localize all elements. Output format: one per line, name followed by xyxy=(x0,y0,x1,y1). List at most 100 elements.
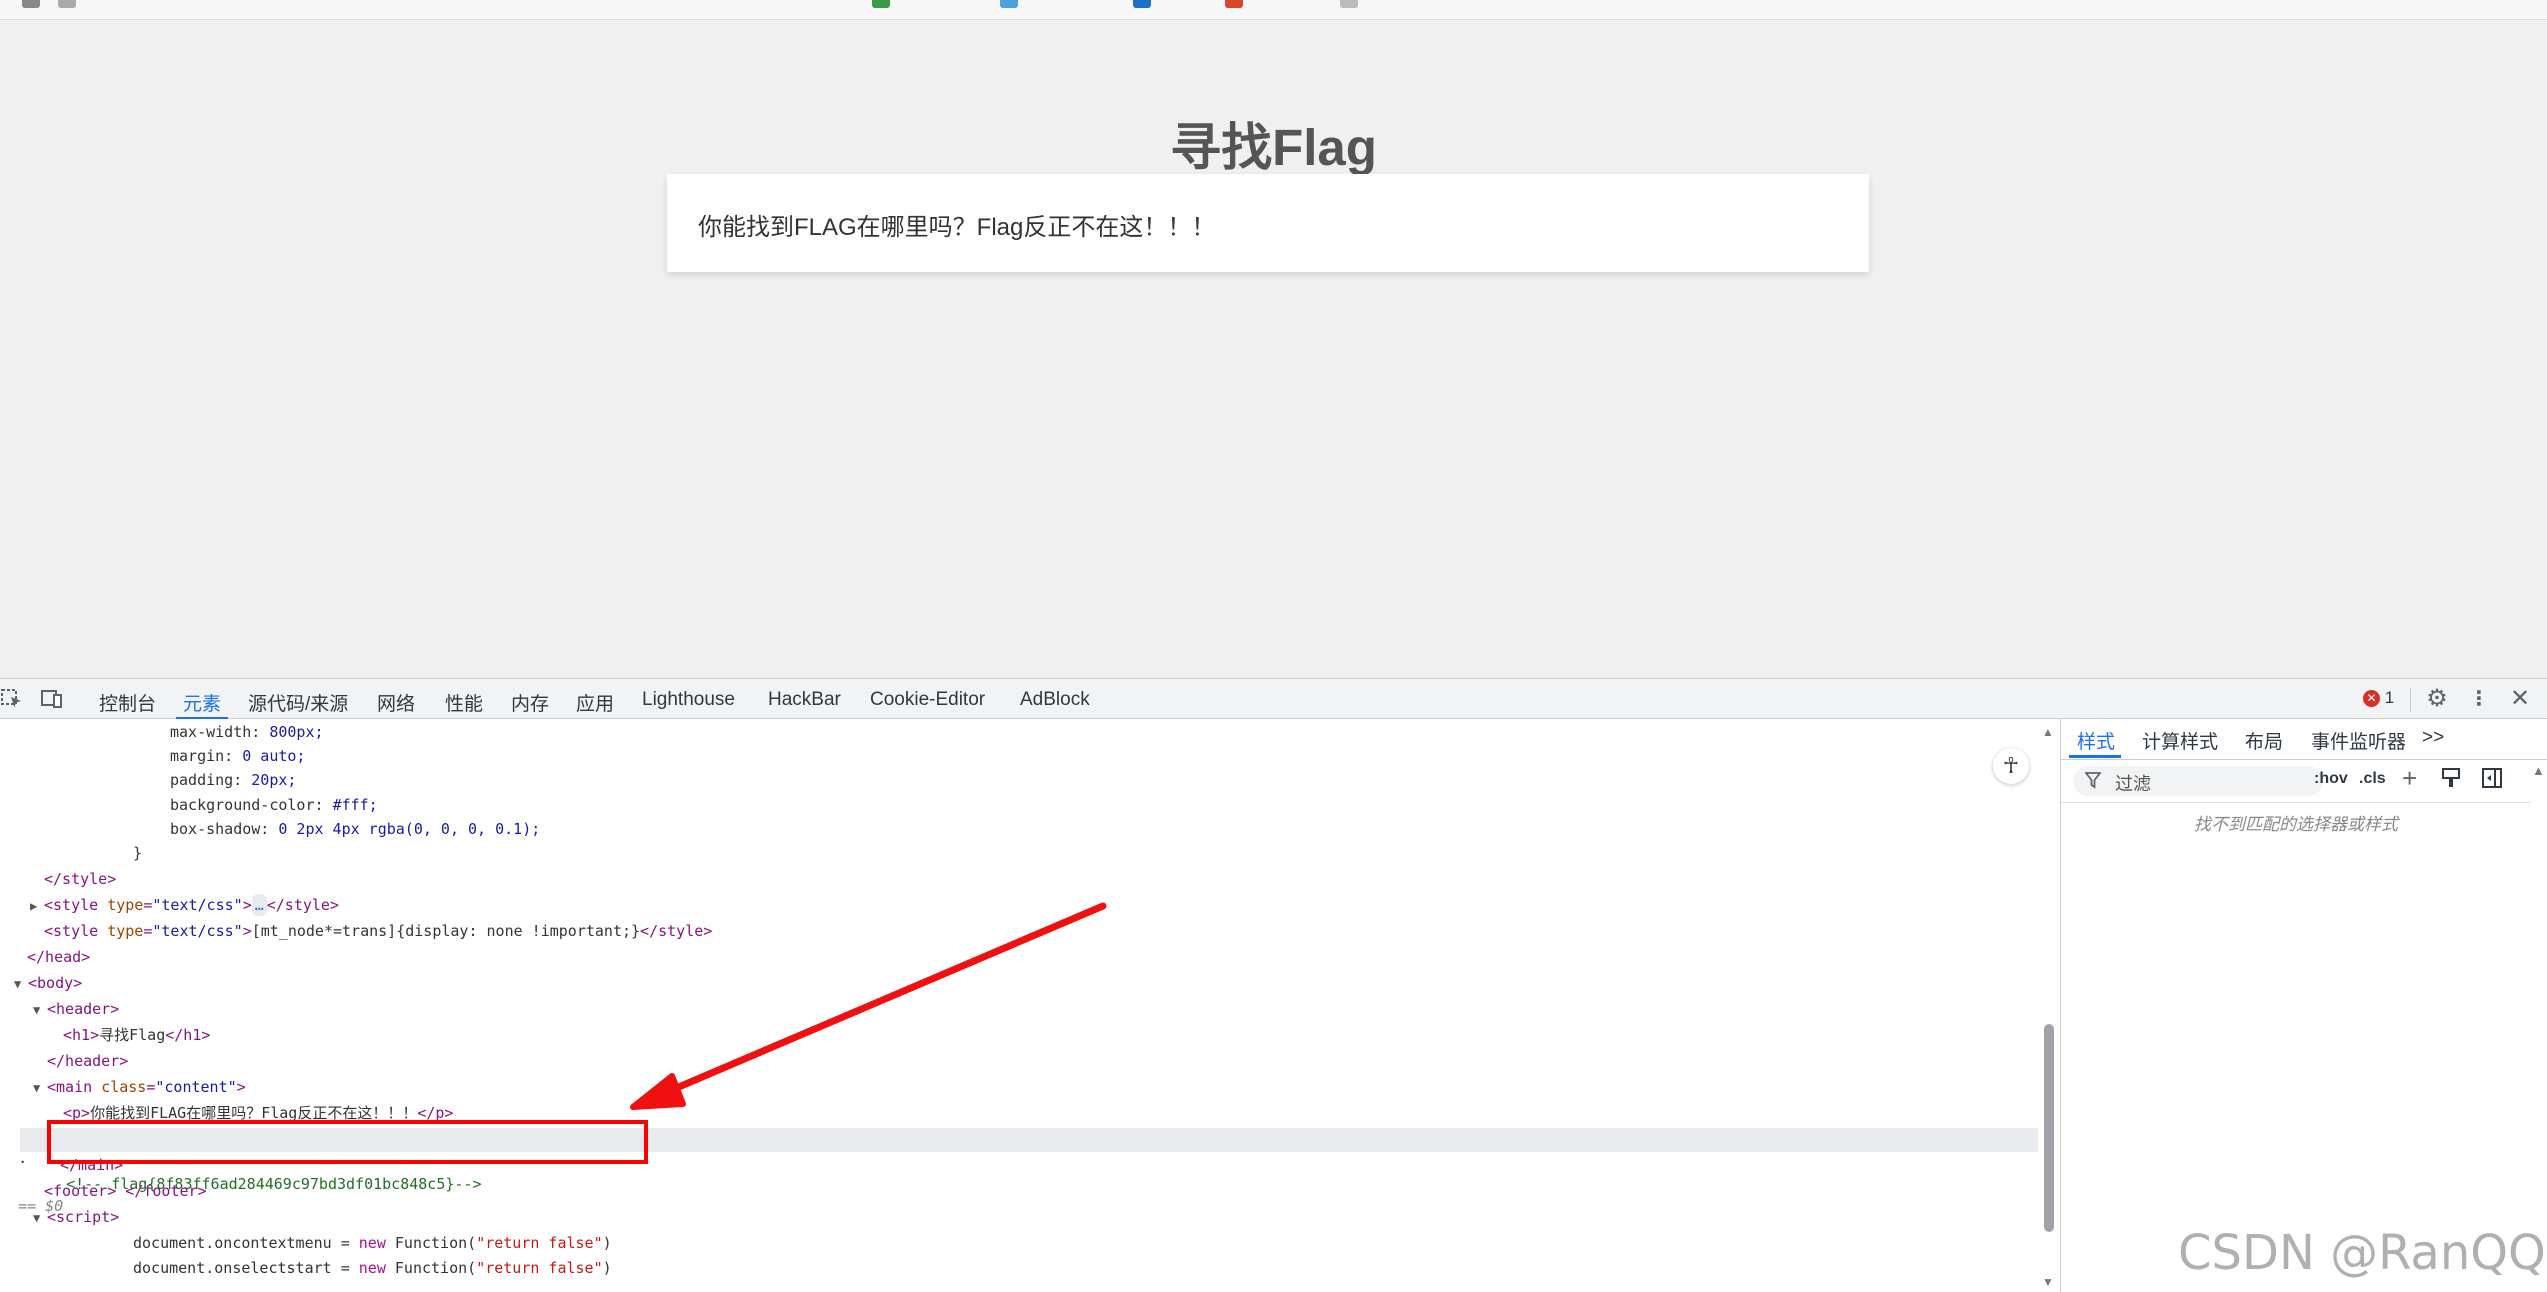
scrollbar-thumb[interactable] xyxy=(2044,1024,2054,1232)
devtools-toolbar: 控制台 元素 源代码/来源 网络 性能 内存 应用 Lighthouse Hac… xyxy=(0,678,2547,720)
scroll-up-icon[interactable]: ▲ xyxy=(2042,725,2054,739)
styles-sidebar: 样式 计算样式 布局 事件监听器 >> 过滤 :hov .cls + ▲ 找不到… xyxy=(2060,719,2547,1292)
dom-line[interactable]: </style> xyxy=(44,868,116,890)
dom-line[interactable]: ▼ <main class="content"> xyxy=(33,1076,246,1098)
attr-value: "content" xyxy=(155,1078,237,1096)
collapse-triangle-icon[interactable]: ▼ xyxy=(33,1077,47,1099)
bookmark-icon[interactable] xyxy=(58,0,76,8)
bookmark-icon[interactable] xyxy=(872,0,890,8)
tab-console[interactable]: 控制台 xyxy=(99,689,156,716)
dom-line[interactable]: background-color: #fff; xyxy=(170,794,378,816)
collapse-triangle-icon[interactable]: ▼ xyxy=(14,973,28,995)
css-prop: max-width: xyxy=(170,723,270,741)
tab-event-listeners[interactable]: 事件监听器 xyxy=(2311,727,2406,754)
tab-layout[interactable]: 布局 xyxy=(2245,727,2283,754)
attr-name: class xyxy=(101,1078,147,1096)
js-string: "return false" xyxy=(476,1234,603,1252)
dom-scrollbar[interactable]: ▲ ▼ xyxy=(2040,723,2058,1292)
close-icon[interactable]: ✕ xyxy=(2508,687,2532,711)
bookmark-icon[interactable] xyxy=(22,0,40,8)
hov-toggle[interactable]: :hov xyxy=(2314,770,2348,788)
kebab-menu-icon[interactable]: ⋮ xyxy=(2467,687,2491,711)
tab-lighthouse[interactable]: Lighthouse xyxy=(642,689,735,711)
js-text: Function( xyxy=(385,1234,477,1252)
tag-open: <script> xyxy=(47,1208,120,1226)
tab-cookie-editor[interactable]: Cookie-Editor xyxy=(870,689,985,711)
more-tabs-button[interactable]: >> xyxy=(2422,727,2444,749)
dom-line[interactable]: ▼ <body> xyxy=(14,972,82,994)
content-paragraph: 你能找到FLAG在哪里吗？Flag反正不在这！！！ xyxy=(698,214,1216,241)
web-page: 寻找Flag 你能找到FLAG在哪里吗？Flag反正不在这！！！ xyxy=(0,21,2547,678)
css-prop: background-color: xyxy=(170,796,333,814)
gear-icon[interactable]: ⚙ xyxy=(2425,687,2449,711)
dom-line[interactable]: </head> xyxy=(27,946,90,968)
bookmark-icon[interactable] xyxy=(1133,0,1151,8)
css-brace: } xyxy=(133,844,143,862)
tab-memory[interactable]: 内存 xyxy=(511,689,549,716)
tab-styles[interactable]: 样式 xyxy=(2077,727,2115,754)
accessibility-tree-icon[interactable]: ☥ xyxy=(1993,748,2029,784)
dom-line[interactable]: <style type="text/css">[mt_node*=trans]{… xyxy=(44,920,712,942)
dom-line[interactable]: <footer> </footer> xyxy=(44,1180,207,1202)
css-value: 20px; xyxy=(251,771,297,789)
expand-triangle-icon[interactable]: ▶ xyxy=(30,895,44,917)
tag-open: <body> xyxy=(28,974,83,992)
styles-filter-input[interactable]: 过滤 xyxy=(2073,766,2323,796)
inspect-element-icon[interactable] xyxy=(0,687,24,711)
no-styles-message: 找不到匹配的选择器或样式 xyxy=(2194,815,2398,834)
dom-line[interactable]: box-shadow: 0 2px 4px rgba(0, 0, 0, 0.1)… xyxy=(170,818,540,840)
dom-line[interactable]: max-width: 800px; xyxy=(170,721,324,743)
tab-performance[interactable]: 性能 xyxy=(445,689,483,716)
bookmark-icon[interactable] xyxy=(1225,0,1243,8)
bookmark-icon[interactable] xyxy=(1000,0,1018,8)
dom-line[interactable]: ▼ <script> xyxy=(33,1206,119,1228)
dom-line[interactable]: <h1>寻找Flag</h1> xyxy=(63,1024,210,1046)
attr-name: type xyxy=(107,922,144,940)
js-text: document.onselectstart = xyxy=(133,1259,359,1277)
dom-line[interactable]: } xyxy=(133,842,142,864)
tab-application[interactable]: 应用 xyxy=(576,689,614,716)
js-text: ) xyxy=(602,1234,612,1252)
tag-close: </style> xyxy=(640,922,713,940)
tab-sources[interactable]: 源代码/来源 xyxy=(248,689,348,716)
attr-value: "text/css" xyxy=(152,922,243,940)
dom-line[interactable]: ▶ <style type="text/css">… </style> xyxy=(30,894,339,916)
tab-network[interactable]: 网络 xyxy=(377,689,415,716)
tab-hackbar[interactable]: HackBar xyxy=(768,689,841,711)
bookmark-icon[interactable] xyxy=(1340,0,1358,8)
dom-line[interactable]: ▼ <header> xyxy=(33,998,119,1020)
h1-text: 寻找Flag xyxy=(99,1026,166,1044)
scroll-down-icon[interactable]: ▼ xyxy=(2042,1275,2054,1289)
tag-open: <header> xyxy=(47,1000,120,1018)
cls-toggle[interactable]: .cls xyxy=(2359,770,2386,788)
page-heading: 寻找Flag xyxy=(1170,119,1377,176)
device-toggle-icon[interactable] xyxy=(40,687,64,711)
scroll-up-icon[interactable]: ▲ xyxy=(2532,763,2545,778)
error-badge[interactable]: ✕ 1 xyxy=(2363,688,2394,708)
css-value: 0 2px 4px rgba(0, 0, 0, 0.1); xyxy=(278,820,541,838)
css-value: #fff; xyxy=(332,796,378,814)
watermark: CSDN @RanQQQ xyxy=(2178,1225,2547,1281)
element-state-paint-icon[interactable] xyxy=(2441,767,2461,794)
dom-line[interactable]: document.oncontextmenu = new Function("r… xyxy=(133,1232,612,1254)
new-rule-icon[interactable]: + xyxy=(2402,763,2417,794)
collapse-triangle-icon[interactable]: ▼ xyxy=(33,999,47,1021)
tab-computed[interactable]: 计算样式 xyxy=(2142,727,2218,754)
tab-elements[interactable]: 元素 xyxy=(183,689,221,716)
dom-line[interactable]: </header> xyxy=(47,1050,128,1072)
dom-line[interactable]: document.onselectstart = new Function("r… xyxy=(133,1257,612,1279)
flag-highlight-box xyxy=(47,1120,648,1164)
tab-adblock[interactable]: AdBlock xyxy=(1020,689,1090,711)
tag-open: <main xyxy=(47,1078,102,1096)
collapse-triangle-icon[interactable]: ▼ xyxy=(33,1207,47,1229)
toggle-sidebar-icon[interactable] xyxy=(2481,767,2503,794)
style-content: [mt_node*=trans]{display: none !importan… xyxy=(251,922,641,940)
css-value: 0 auto; xyxy=(242,747,306,765)
js-text: document.oncontextmenu = xyxy=(133,1234,359,1252)
toolbar-divider xyxy=(2410,688,2411,712)
filter-placeholder: 过滤 xyxy=(2115,774,2151,794)
dom-line[interactable]: padding: 20px; xyxy=(170,769,296,791)
ellipsis-badge[interactable]: … xyxy=(251,894,267,916)
js-keyword: new xyxy=(358,1259,386,1277)
dom-line[interactable]: margin: 0 auto; xyxy=(170,745,305,767)
